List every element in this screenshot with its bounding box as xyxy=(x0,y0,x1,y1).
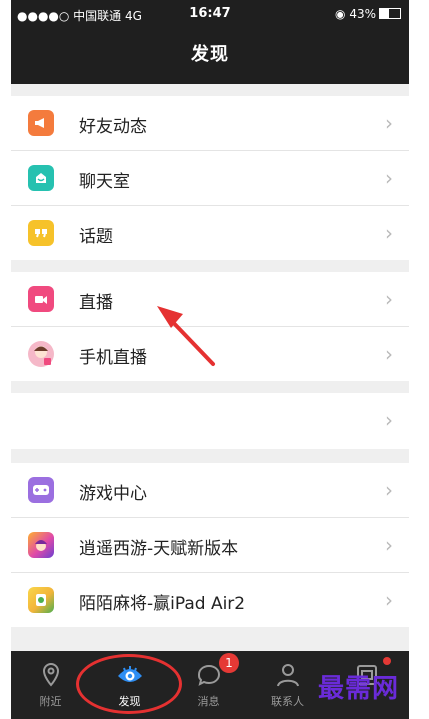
location-pin-icon xyxy=(42,662,59,687)
notification-dot xyxy=(383,657,391,665)
tab-label: 附近 xyxy=(39,695,62,708)
tab-label: 联系人 xyxy=(271,695,304,708)
tab-label: 消息 xyxy=(197,695,220,708)
phone-screen: ●●●●○ 中国联通 4G 16:47 ◉ 43% 发现 好友动态 › 聊天室 … xyxy=(11,0,409,719)
tab-contacts[interactable]: 联系人 xyxy=(248,651,327,719)
person-icon xyxy=(276,664,299,687)
annotation-arrow xyxy=(157,306,215,366)
unread-badge: 1 xyxy=(219,653,239,673)
annotation-circle xyxy=(76,654,182,714)
watermark-logo: 最需网 xyxy=(318,674,400,704)
